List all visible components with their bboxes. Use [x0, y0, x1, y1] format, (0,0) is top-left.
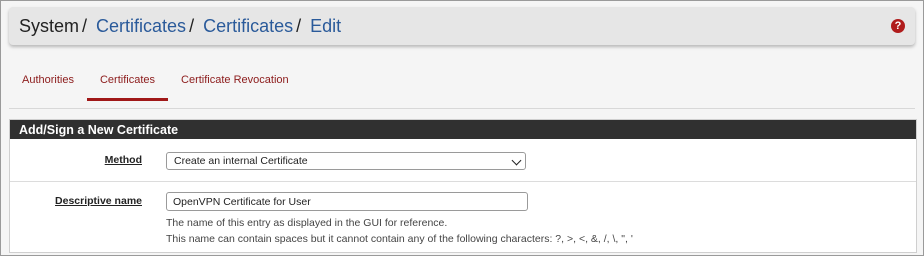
- tab-authorities[interactable]: Authorities: [9, 61, 87, 101]
- breadcrumb-certificates-sub-link[interactable]: Certificates: [203, 16, 293, 37]
- descriptive-name-help-1: The name of this entry as displayed in t…: [166, 217, 448, 229]
- tab-certificates[interactable]: Certificates: [86, 61, 169, 101]
- tab-bar: Authorities Certificates Certificate Rev…: [9, 61, 302, 101]
- method-select-value: Create an internal Certificate: [174, 155, 308, 167]
- page-frame: System / Certificates / Certificates / E…: [0, 0, 924, 256]
- method-row: Method Create an internal Certificate: [10, 139, 916, 182]
- breadcrumb-separator: /: [189, 15, 195, 36]
- method-label: Method: [104, 154, 142, 166]
- chevron-down-icon: [511, 155, 522, 166]
- breadcrumb-system: System: [19, 15, 80, 36]
- descriptive-name-help-2: This name can contain spaces but it cann…: [166, 233, 633, 245]
- descriptive-name-value: OpenVPN Certificate for User: [173, 195, 311, 208]
- tab-divider: [9, 108, 915, 109]
- descriptive-name-label: Descriptive name: [55, 195, 142, 207]
- descriptive-name-input[interactable]: OpenVPN Certificate for User: [166, 192, 528, 211]
- breadcrumb: System / Certificates / Certificates / E…: [9, 7, 915, 45]
- method-select[interactable]: Create an internal Certificate: [166, 152, 526, 170]
- breadcrumb-edit-link[interactable]: Edit: [310, 16, 341, 37]
- panel-title: Add/Sign a New Certificate: [10, 120, 916, 139]
- tab-certificate-revocation[interactable]: Certificate Revocation: [168, 61, 302, 101]
- certificate-panel: Add/Sign a New Certificate Method Create…: [9, 119, 917, 253]
- breadcrumb-certificates-link[interactable]: Certificates: [96, 16, 186, 37]
- question-circle-icon[interactable]: ?: [891, 19, 905, 33]
- descriptive-name-row: Descriptive name OpenVPN Certificate for…: [10, 182, 916, 250]
- breadcrumb-separator: /: [82, 15, 88, 36]
- breadcrumb-separator: /: [296, 15, 302, 36]
